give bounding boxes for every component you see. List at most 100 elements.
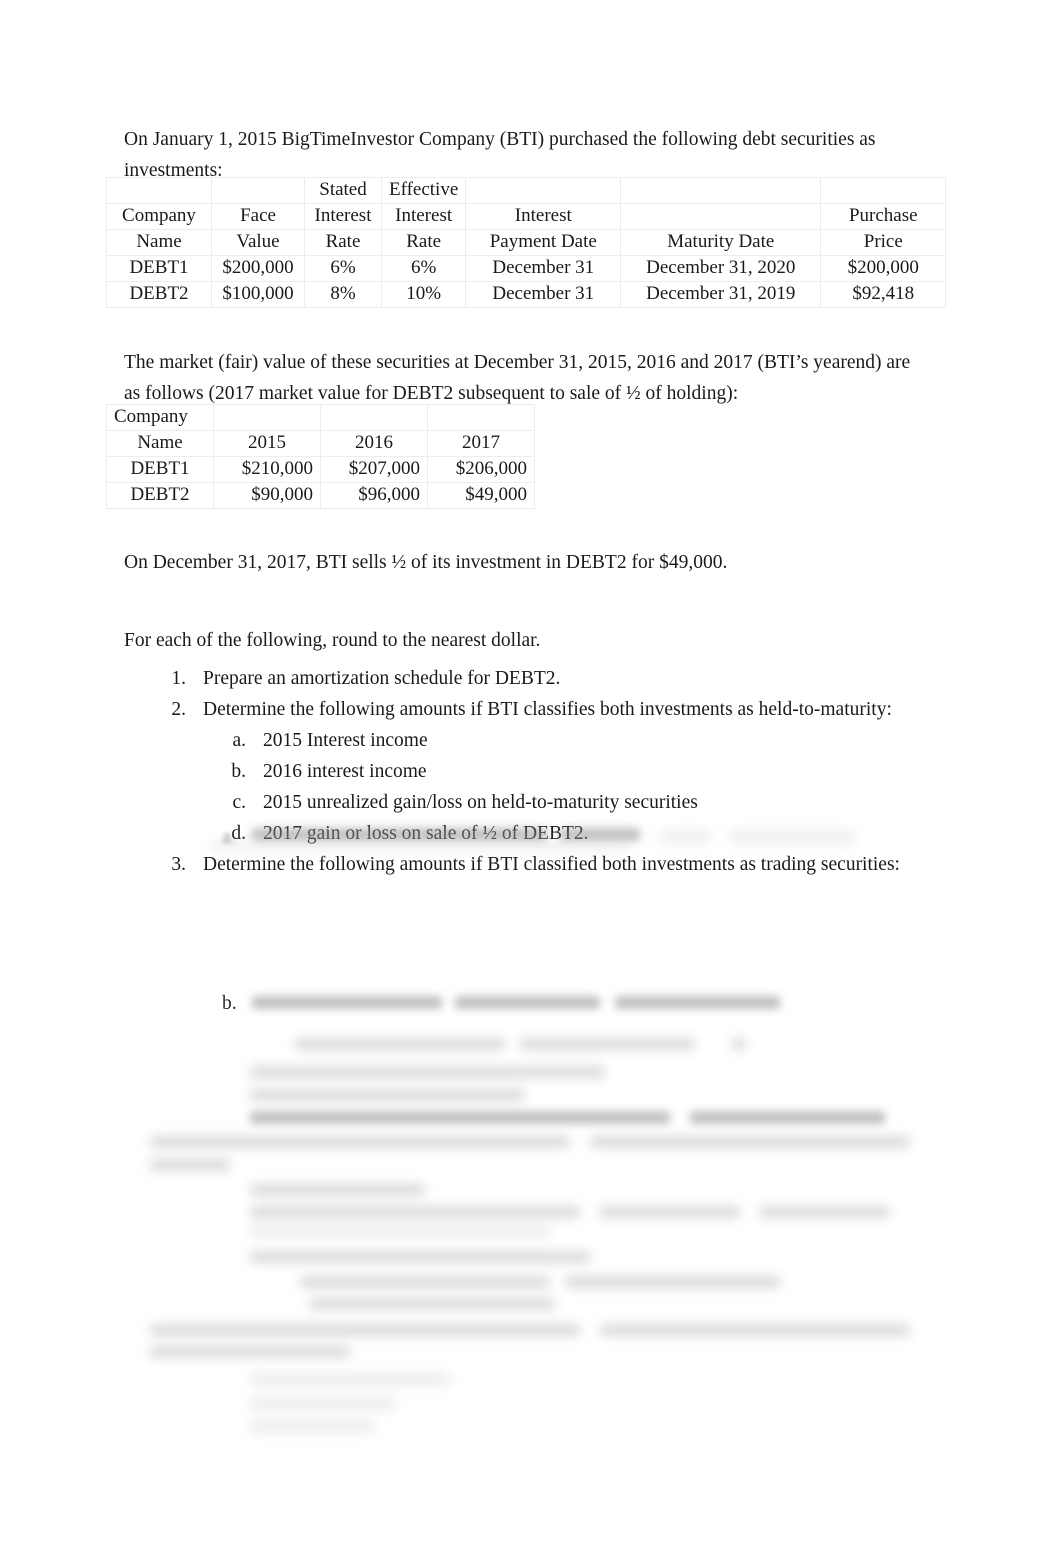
fv-header-2017-line1 — [427, 404, 535, 431]
header-effective-line3: Rate — [380, 229, 467, 256]
header-effective-line1: Effective — [380, 177, 467, 204]
fv-header-2016-line1 — [320, 404, 428, 431]
redacted-text-block — [250, 1251, 590, 1263]
fv-cell-2016: $96,000 — [320, 482, 428, 509]
redacted-text-block — [732, 1038, 746, 1050]
list-item: a. 2015 Interest income — [124, 725, 954, 756]
redacted-text-block — [250, 1398, 395, 1409]
cell-stated-rate: 6% — [304, 255, 382, 282]
redacted-content-region: a. b. — [0, 826, 1062, 1446]
table-header-row-2: Company Face Interest Interest Interest … — [106, 203, 947, 230]
table-row: DEBT1 $200,000 6% 6% December 31 Decembe… — [106, 255, 947, 282]
table-header-row-1: Stated Effective — [106, 177, 947, 204]
header-face-line3: Value — [211, 229, 305, 256]
securities-table: Stated Effective Company Face Interest I… — [106, 177, 947, 308]
redacted-text-block — [250, 1226, 550, 1236]
cell-payment-date: December 31 — [465, 281, 622, 308]
fv-cell-2015: $90,000 — [213, 482, 321, 509]
fv-cell-2016: $207,000 — [320, 456, 428, 483]
redacted-text-block — [660, 832, 710, 842]
list-item-text: 2016 interest income — [263, 761, 427, 782]
cell-purchase-price: $92,418 — [820, 281, 947, 308]
redacted-text-block — [250, 1206, 580, 1218]
fv-header-2015-line2: 2015 — [213, 430, 321, 457]
redacted-text-block — [760, 1206, 890, 1218]
redacted-text-block — [250, 1089, 525, 1101]
header-purchase-line3: Price — [820, 229, 947, 256]
table-row: DEBT2 $100,000 8% 10% December 31 Decemb… — [106, 281, 947, 308]
list-item: 1. Prepare an amortization schedule for … — [124, 663, 954, 694]
list-item-text: Prepare an amortization schedule for DEB… — [203, 668, 561, 689]
fair-value-table-container: Company Name 2015 2016 2017 DEBT1 $210,0… — [106, 404, 535, 509]
list-item: b. 2016 interest income — [124, 756, 954, 787]
list-marker: 1. — [171, 668, 186, 689]
table-row: DEBT1 $210,000 $207,000 $206,000 — [106, 456, 535, 483]
header-maturity-line3: Maturity Date — [620, 229, 822, 256]
document-page: On January 1, 2015 BigTimeInvestor Compa… — [0, 0, 1062, 1561]
redacted-text-block — [252, 996, 442, 1009]
securities-table-container: Stated Effective Company Face Interest I… — [106, 177, 947, 308]
market-value-paragraph: The market (fair) value of these securit… — [124, 352, 911, 404]
cell-face-value: $200,000 — [211, 255, 305, 282]
header-face-line1 — [211, 177, 305, 204]
fv-header-company-line2: Name — [106, 430, 214, 457]
list-marker: 2. — [171, 699, 186, 720]
header-stated-line2: Interest — [304, 203, 382, 230]
cell-maturity-date: December 31, 2019 — [620, 281, 822, 308]
redacted-text-block — [150, 1324, 580, 1336]
redacted-text-block — [295, 1038, 505, 1050]
header-effective-line2: Interest — [380, 203, 467, 230]
redacted-text-block — [250, 1184, 425, 1196]
table-row: DEBT2 $90,000 $96,000 $49,000 — [106, 482, 535, 509]
header-payment-line2: Interest — [465, 203, 622, 230]
redacted-text-block — [150, 1136, 570, 1148]
fv-header-2016-line2: 2016 — [320, 430, 428, 457]
cell-effective-rate: 6% — [380, 255, 467, 282]
redacted-text-block — [455, 996, 600, 1009]
redacted-text-block — [150, 1159, 230, 1171]
header-maturity-line2 — [620, 203, 822, 230]
rounding-instruction: For each of the following, round to the … — [124, 630, 541, 651]
redacted-text-block — [520, 1038, 695, 1050]
fv-header-2017-line2: 2017 — [427, 430, 535, 457]
cell-company-name: DEBT1 — [106, 255, 212, 282]
cell-stated-rate: 8% — [304, 281, 382, 308]
redacted-text-block — [590, 1136, 910, 1148]
fv-header-2015-line1 — [213, 404, 321, 431]
header-stated-line1: Stated — [304, 177, 382, 204]
redacted-text-block — [730, 832, 855, 842]
list-item-text: 2015 unrealized gain/loss on held-to-mat… — [263, 792, 698, 813]
redacted-text-block — [690, 1111, 885, 1124]
list-item: c. 2015 unrealized gain/loss on held-to-… — [124, 787, 954, 818]
list-item-text: Determine the following amounts if BTI c… — [203, 699, 892, 720]
list-marker: c. — [232, 792, 246, 813]
fv-cell-company-name: DEBT1 — [106, 456, 214, 483]
redacted-text-block — [615, 996, 780, 1009]
redacted-text-block — [565, 1276, 780, 1288]
redacted-text-block — [600, 1206, 740, 1218]
redacted-text-block — [310, 1298, 555, 1310]
redacted-text-block — [250, 1111, 670, 1124]
fair-value-table: Company Name 2015 2016 2017 DEBT1 $210,0… — [106, 404, 535, 509]
fv-cell-2017: $206,000 — [427, 456, 535, 483]
fv-cell-2015: $210,000 — [213, 456, 321, 483]
header-company-line3: Name — [106, 229, 212, 256]
list-marker: a. — [232, 730, 246, 751]
cell-company-name: DEBT2 — [106, 281, 212, 308]
redacted-marker-b: b. — [222, 993, 237, 1014]
fv-cell-company-name: DEBT2 — [106, 482, 214, 509]
list-item: 2. Determine the following amounts if BT… — [124, 694, 954, 725]
table-header-row-2: Name 2015 2016 2017 — [106, 430, 535, 457]
header-company-line2: Company — [106, 203, 212, 230]
header-company-line1 — [106, 177, 212, 204]
sale-paragraph: On December 31, 2017, BTI sells ½ of its… — [124, 552, 728, 573]
cell-purchase-price: $200,000 — [820, 255, 947, 282]
fv-header-company-line1: Company — [106, 404, 214, 431]
redacted-text-block — [250, 1066, 605, 1078]
header-payment-line1 — [465, 177, 622, 204]
redacted-text-block — [250, 1374, 450, 1385]
redacted-text-block — [300, 1276, 550, 1288]
redacted-text-block — [150, 1346, 350, 1358]
cell-face-value: $100,000 — [211, 281, 305, 308]
redacted-text-block — [560, 828, 640, 841]
